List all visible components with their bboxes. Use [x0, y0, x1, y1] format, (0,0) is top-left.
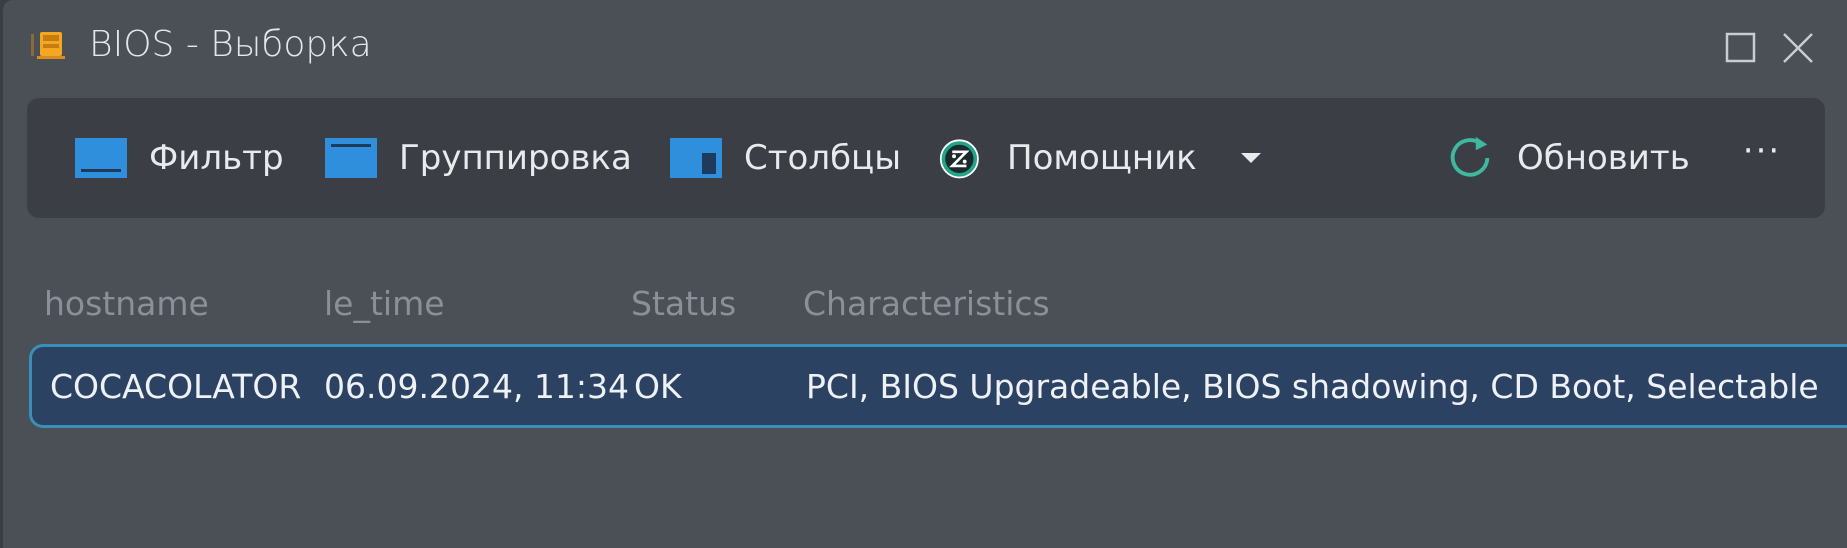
- cell-le-time: 06.09.2024, 11:34: [324, 367, 630, 406]
- data-table: hostname le_time Status Characteristics …: [3, 270, 1847, 428]
- title-bar: BIOS - Выборка: [3, 0, 1847, 96]
- maximize-icon[interactable]: [1723, 30, 1759, 66]
- helper-button[interactable]: Помощник: [939, 98, 1197, 218]
- helper-dropdown-button[interactable]: [1231, 98, 1271, 218]
- filter-icon: [75, 138, 127, 178]
- refresh-button[interactable]: Обновить: [1445, 98, 1690, 218]
- chevron-down-icon: [1241, 153, 1261, 163]
- column-header-le-time[interactable]: le_time: [324, 284, 445, 323]
- filter-label: Фильтр: [149, 138, 284, 178]
- columns-label: Столбцы: [744, 138, 902, 178]
- cell-hostname: COCACOLATOR: [50, 367, 302, 406]
- cell-status: OK: [634, 367, 682, 406]
- window-title: BIOS - Выборка: [89, 24, 372, 65]
- grouping-icon: [325, 138, 377, 178]
- refresh-label: Обновить: [1517, 138, 1690, 178]
- toolbar: Фильтр Группировка Столбцы Помощник Обно…: [27, 98, 1825, 218]
- more-options-button[interactable]: ···: [1737, 98, 1787, 218]
- column-header-hostname[interactable]: hostname: [44, 284, 209, 323]
- column-header-characteristics[interactable]: Characteristics: [803, 284, 1050, 323]
- refresh-icon: [1450, 136, 1490, 177]
- columns-icon: [670, 138, 722, 178]
- column-header-status[interactable]: Status: [631, 284, 736, 323]
- more-options-icon: ···: [1742, 131, 1782, 171]
- row-content: COCACOLATOR 06.09.2024, 11:34 OK PCI, BI…: [32, 347, 1826, 431]
- table-row[interactable]: COCACOLATOR 06.09.2024, 11:34 OK PCI, BI…: [29, 344, 1847, 428]
- cell-characteristics: PCI, BIOS Upgradeable, BIOS shadowing, C…: [806, 367, 1826, 406]
- bios-chip-icon: [31, 32, 65, 59]
- filter-button[interactable]: Фильтр: [75, 98, 284, 218]
- bios-window: BIOS - Выборка Фильтр Группировка Столбц…: [3, 0, 1847, 548]
- grouping-label: Группировка: [399, 138, 632, 178]
- helper-logo-icon: [939, 139, 979, 179]
- columns-button[interactable]: Столбцы: [670, 98, 901, 218]
- table-header: hostname le_time Status Characteristics: [3, 270, 1847, 340]
- close-icon[interactable]: [1780, 30, 1816, 66]
- grouping-button[interactable]: Группировка: [325, 98, 632, 218]
- helper-label: Помощник: [1007, 138, 1197, 178]
